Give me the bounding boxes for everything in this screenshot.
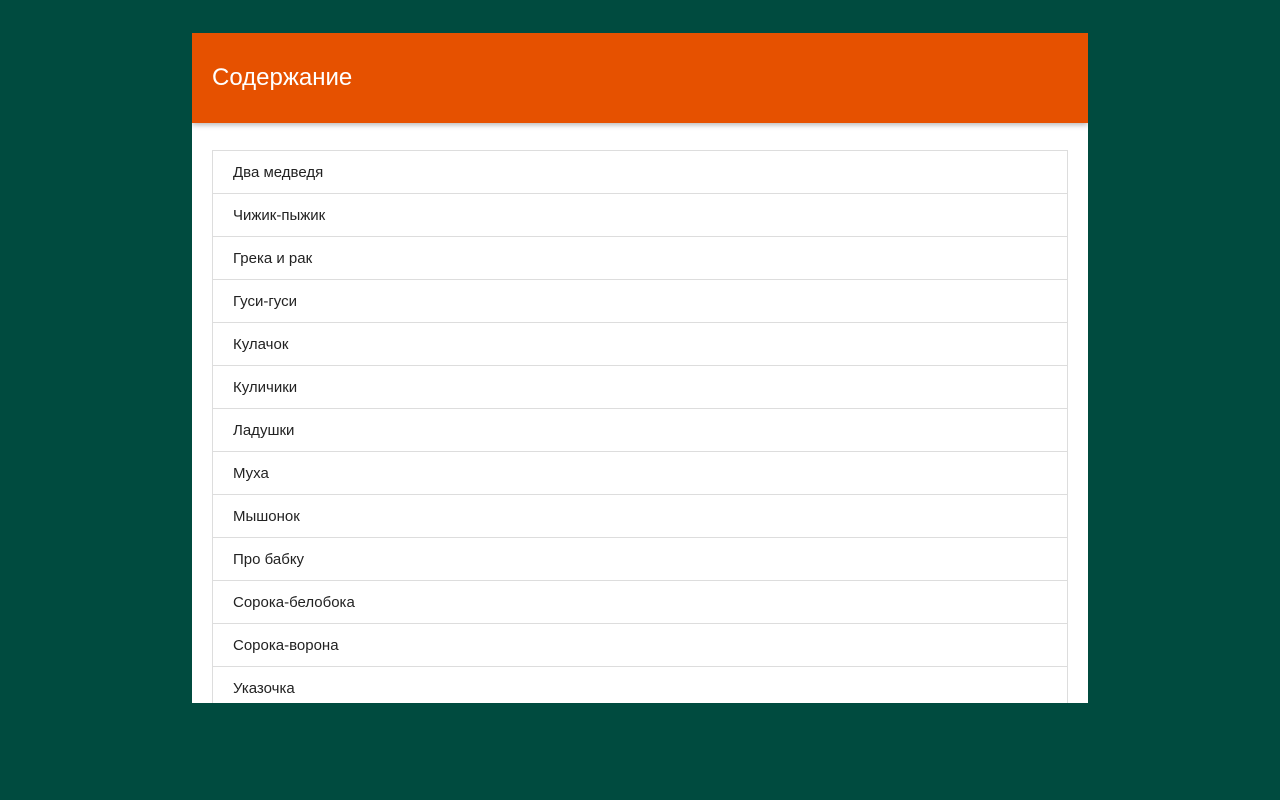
list-item[interactable]: Сорока-ворона: [212, 624, 1068, 667]
list-item[interactable]: Кулачок: [212, 323, 1068, 366]
list-item[interactable]: Гуси-гуси: [212, 280, 1068, 323]
list-item[interactable]: Сорока-белобока: [212, 581, 1068, 624]
list-item[interactable]: Грека и рак: [212, 237, 1068, 280]
list-item[interactable]: Куличики: [212, 366, 1068, 409]
list-item[interactable]: Чижик-пыжик: [212, 194, 1068, 237]
list-item[interactable]: Мышонок: [212, 495, 1068, 538]
list-item[interactable]: Два медведя: [212, 150, 1068, 194]
list-item[interactable]: Указочка: [212, 667, 1068, 703]
list-item[interactable]: Про бабку: [212, 538, 1068, 581]
list-item[interactable]: Муха: [212, 452, 1068, 495]
contents-panel: Содержание Два медведя Чижик-пыжик Грека…: [192, 33, 1088, 703]
list-item[interactable]: Ладушки: [212, 409, 1068, 452]
page-title: Содержание: [212, 64, 353, 91]
contents-list: Два медведя Чижик-пыжик Грека и рак Гуси…: [212, 150, 1068, 703]
contents-scroll-area[interactable]: Два медведя Чижик-пыжик Грека и рак Гуси…: [192, 123, 1088, 703]
app-header: Содержание: [192, 33, 1088, 123]
